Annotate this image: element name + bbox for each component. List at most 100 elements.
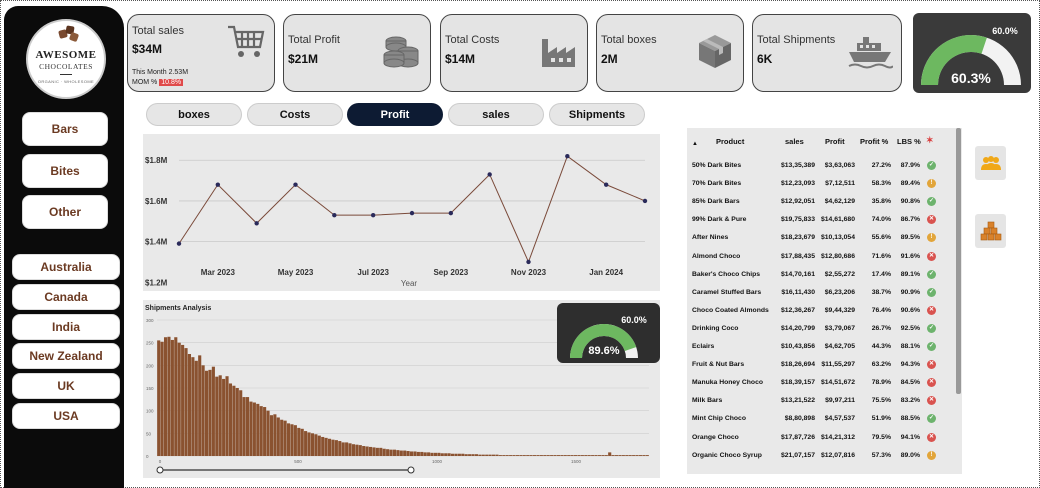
slider-handle-start[interactable]	[156, 466, 164, 474]
sort-arrow-icon[interactable]: ▲	[692, 141, 698, 147]
histogram-bar	[543, 455, 547, 456]
filter-canada-button[interactable]: Canada	[12, 284, 120, 310]
table-row[interactable]: Organic Choco Syrup $21,07,157 $12,07,816 5…	[687, 448, 955, 466]
table-row[interactable]: Eclairs $10,43,856 $4,62,705 44.3% 88.1% ✓	[687, 339, 955, 357]
kpi-mom: MOM % 10.8%	[132, 79, 184, 86]
tab-sales[interactable]: sales	[448, 103, 544, 126]
histogram-bar	[406, 451, 410, 456]
col-profit[interactable]: Profit	[825, 137, 845, 146]
x-tick-label: Jan 2024	[589, 268, 623, 277]
table-row[interactable]: Milk Bars $13,21,522 $9,97,211 75.5% 83.2% ✕	[687, 393, 955, 411]
table-scrollbar[interactable]	[956, 128, 961, 394]
histogram-bar	[242, 397, 246, 456]
cell-profit-pct: 74.0%	[871, 216, 891, 224]
histogram-bar	[645, 455, 649, 456]
y-tick-label: 100	[146, 409, 154, 414]
histogram-bar	[577, 455, 581, 456]
cell-product: Eclairs	[692, 343, 715, 350]
histogram-bar	[314, 434, 318, 456]
cell-profit-pct: 27.2%	[871, 162, 891, 169]
col-lbs-pct[interactable]: LBS %	[897, 137, 921, 146]
histogram-bar	[553, 455, 557, 456]
histogram-bar	[321, 436, 325, 456]
table-row[interactable]: After Nines $18,23,679 $10,13,054 55.6% 89.5…	[687, 230, 955, 248]
cell-sales: $12,36,267	[780, 306, 815, 314]
histogram-bar	[488, 454, 492, 456]
table-row[interactable]: Orange Choco $17,87,726 $14,21,312 79.5% 94.…	[687, 430, 955, 448]
cell-profit: $12,07,816	[820, 451, 855, 459]
histogram-bar	[478, 454, 482, 456]
pin-icon[interactable]: ✶	[926, 135, 934, 146]
brand-logo: AWESOME CHOCOLATES ORGANIC · WHOLESOME	[26, 19, 106, 99]
boxes-stack-icon-button[interactable]	[975, 214, 1006, 248]
table-header: ▲ Product sales Profit Profit % LBS % ✶	[687, 134, 955, 148]
tab-costs[interactable]: Costs	[247, 103, 343, 126]
histogram-bar	[382, 448, 386, 456]
range-slider[interactable]	[156, 466, 415, 474]
tab-boxes[interactable]: boxes	[146, 103, 242, 126]
table-row[interactable]: 50% Dark Bites $13,35,389 $3,63,063 27.2% 87…	[687, 158, 955, 176]
histogram-bar	[365, 446, 369, 456]
cell-sales: $13,21,522	[780, 397, 815, 405]
cell-product: Caramel Stuffed Bars	[692, 288, 762, 296]
people-icon-button[interactable]	[975, 146, 1006, 180]
tab-profit[interactable]: Profit	[347, 103, 443, 126]
histogram-bar	[522, 455, 526, 456]
histogram-bar	[304, 431, 308, 456]
table-row[interactable]: Caramel Stuffed Bars $16,11,430 $6,23,206 3…	[687, 285, 955, 303]
cell-lbs-pct: 89.0%	[900, 451, 920, 459]
x-tick-label: 1500	[571, 459, 582, 464]
filter-new-zealand-button[interactable]: New Zealand	[12, 343, 120, 369]
filter-india-button[interactable]: India	[12, 314, 120, 340]
table-row[interactable]: Manuka Honey Choco $18,39,157 $14,51,672 78…	[687, 375, 955, 393]
shopping-cart-icon	[228, 25, 265, 57]
cell-profit: $6,23,206	[824, 288, 855, 296]
histogram-bar	[621, 455, 625, 456]
cell-profit: $3,79,067	[824, 324, 855, 332]
table-row[interactable]: 99% Dark & Pure $19,75,833 $14,61,680 74.0%…	[687, 212, 955, 230]
histogram-bar	[256, 403, 260, 456]
slider-handle-end[interactable]	[407, 466, 415, 474]
histogram-bar	[454, 453, 458, 456]
cell-profit: $10,13,054	[820, 234, 855, 242]
histogram-bar	[642, 455, 646, 456]
histogram-bar	[297, 427, 301, 456]
table-row[interactable]: Drinking Coco $14,20,799 $3,79,067 26.7% 92.…	[687, 321, 955, 339]
histogram-bar	[235, 388, 239, 456]
status-green-icon: ✓	[927, 287, 936, 297]
profit-line-chart: $1.2M $1.4M $1.6M $1.8M Mar 2023 May 2023 Jul …	[145, 153, 648, 288]
col-profit-pct[interactable]: Profit %	[860, 137, 888, 146]
table-row[interactable]: Fruit & Nut Bars $18,26,694 $11,55,297 63.2…	[687, 357, 955, 375]
filter-usa-button[interactable]: USA	[12, 403, 120, 429]
table-row[interactable]: 85% Dark Bars $12,92,051 $4,62,129 35.8% 90.…	[687, 194, 955, 212]
data-point	[409, 210, 415, 216]
table-row[interactable]: Choco Coated Almonds $12,36,267 $9,44,329 7…	[687, 303, 955, 321]
cell-profit-pct: 71.6%	[871, 252, 891, 260]
table-row[interactable]: Baker's Choco Chips $14,70,161 $2,55,272 17…	[687, 267, 955, 285]
table-row[interactable]: Mint Chip Choco $8,80,898 $4,57,537 51.9% 88…	[687, 411, 955, 429]
filter-bites-button[interactable]: Bites	[22, 154, 108, 188]
histogram-bar	[491, 454, 496, 456]
cell-product: 70% Dark Bites	[692, 180, 742, 188]
kpi-label: Total Costs	[445, 34, 500, 46]
data-point	[565, 153, 570, 159]
filter-uk-button[interactable]: UK	[12, 373, 120, 399]
y-tick-label: $1.2M	[145, 278, 168, 287]
histogram-bar	[611, 455, 615, 456]
col-sales[interactable]: sales	[785, 137, 804, 146]
cell-product: Manuka Honey Choco	[692, 379, 763, 387]
cell-product: Choco Coated Almonds	[692, 306, 769, 314]
cell-sales: $13,35,389	[780, 162, 815, 169]
col-product[interactable]: Product	[716, 137, 744, 146]
histogram-bar	[468, 454, 472, 456]
brand-tagline: ORGANIC · WHOLESOME	[37, 79, 95, 84]
filter-other-button[interactable]: Other	[22, 195, 108, 229]
filter-australia-button[interactable]: Australia	[12, 254, 120, 280]
tab-shipments[interactable]: Shipments	[549, 103, 645, 126]
chocolate-pieces-icon	[58, 25, 79, 42]
table-row[interactable]: Almond Choco $17,88,435 $12,80,686 71.6% 91.…	[687, 249, 955, 267]
cell-sales: $18,23,679	[780, 234, 815, 242]
table-row[interactable]: 70% Dark Bites $12,23,093 $7,12,511 58.3% 89…	[687, 176, 955, 194]
cell-sales: $12,92,051	[780, 198, 815, 206]
filter-bars-button[interactable]: Bars	[22, 112, 108, 146]
